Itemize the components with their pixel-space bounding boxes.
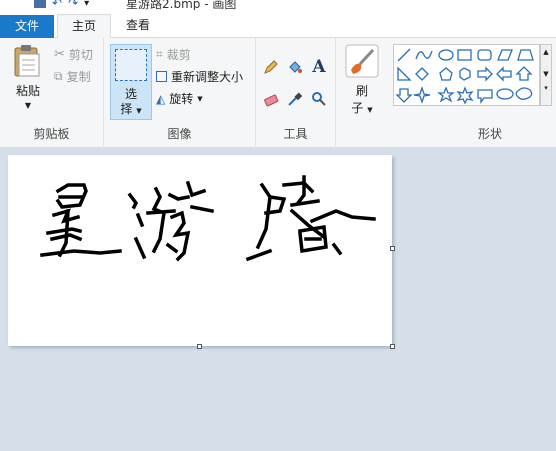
title-bar: ↶ ↷ ▾ 星游路2.bmp - 画图 (0, 0, 556, 10)
copy-icon: ⧉ (54, 69, 63, 83)
brushes-label-1: 刷 (355, 84, 368, 98)
eraser-icon[interactable] (262, 90, 280, 108)
group-label-shapes: 形状 (478, 127, 503, 141)
scroll-down-icon[interactable]: ▼ (541, 67, 551, 81)
paste-label: 粘贴 (15, 84, 40, 98)
select-label-2: 择 (120, 102, 133, 116)
ribbon: 粘贴 ▼ ✂ 剪切 ⧉ 复制 剪贴板 选 择 ▼ ⌗ 裁剪 重新调整大小 ◭ 旋… (0, 38, 556, 148)
crop-button[interactable]: ⌗ 裁剪 (156, 46, 191, 63)
resize-handle-corner[interactable] (390, 344, 395, 349)
rotate-label: 旋转 (169, 92, 194, 106)
group-clipboard: 粘贴 ▼ ✂ 剪切 ⧉ 复制 剪贴板 (0, 38, 104, 148)
chevron-down-icon: ▼ (136, 107, 142, 115)
shapes-scrollbar[interactable]: ▲ ▼ ▾ (540, 44, 552, 106)
cut-label: 剪切 (68, 48, 93, 62)
scissors-icon: ✂ (54, 47, 65, 62)
copy-button[interactable]: ⧉ 复制 (54, 68, 91, 85)
group-image: 选 择 ▼ ⌗ 裁剪 重新调整大小 ◭ 旋转 ▼ 图像 (104, 38, 256, 148)
rotate-button[interactable]: ◭ 旋转 ▼ (156, 90, 203, 107)
customize-dropdown-icon[interactable]: ▾ (84, 0, 89, 9)
undo-icon[interactable]: ↶ (52, 0, 62, 10)
group-label-image: 图像 (167, 127, 192, 141)
resize-icon (156, 71, 167, 82)
crop-label: 裁剪 (166, 48, 191, 62)
save-icon[interactable] (34, 0, 46, 8)
fill-bucket-icon[interactable] (286, 58, 304, 76)
paste-button[interactable]: 粘贴 ▼ (8, 44, 48, 110)
window-title: 星游路2.bmp - 画图 (126, 0, 237, 10)
chevron-down-icon: ▼ (24, 101, 32, 110)
scroll-up-icon[interactable]: ▲ (541, 45, 551, 59)
drawing-canvas[interactable] (8, 155, 392, 346)
color-picker-icon[interactable] (286, 90, 304, 108)
expand-gallery-icon[interactable]: ▾ (541, 81, 551, 95)
shapes-gallery-icons (395, 48, 534, 105)
select-label-1: 选 (124, 87, 137, 101)
tab-view[interactable]: 查看 (112, 14, 164, 38)
tab-file[interactable]: 文件 (0, 15, 55, 38)
resize-button[interactable]: 重新调整大小 (156, 68, 243, 85)
brush-icon (345, 44, 379, 78)
brushes-label-2: 子 (351, 101, 364, 115)
group-label-tools: 工具 (283, 127, 308, 141)
group-brushes: 刷 子 ▼ (336, 38, 388, 148)
magnifier-icon[interactable] (310, 90, 328, 108)
tab-home[interactable]: 主页 (57, 14, 112, 39)
select-button[interactable]: 选 择 ▼ (110, 44, 152, 120)
pencil-icon[interactable] (262, 58, 280, 76)
quick-access-toolbar: ↶ ↷ ▾ (34, 0, 89, 10)
canvas-workspace (0, 149, 556, 451)
brushes-button[interactable]: 刷 子 ▼ (342, 44, 382, 116)
group-tools: A 工具 (256, 38, 336, 148)
chevron-down-icon: ▼ (197, 94, 203, 103)
resize-handle-bottom[interactable] (197, 344, 202, 349)
resize-handle-right[interactable] (390, 246, 395, 251)
handwriting-bitmap (40, 175, 376, 262)
ribbon-tabs: 文件 主页 查看 (0, 10, 556, 39)
text-icon[interactable]: A (310, 57, 328, 77)
copy-label: 复制 (66, 70, 91, 84)
redo-icon[interactable]: ↷ (68, 0, 78, 10)
shapes-gallery (393, 44, 540, 106)
paste-icon (14, 45, 40, 77)
crop-icon: ⌗ (156, 47, 163, 61)
select-rect-icon (115, 49, 147, 81)
group-label-clipboard: 剪贴板 (33, 127, 70, 141)
chevron-down-icon: ▼ (367, 106, 373, 114)
resize-label: 重新调整大小 (171, 70, 244, 84)
cut-button[interactable]: ✂ 剪切 (54, 46, 93, 63)
rotate-icon: ◭ (156, 91, 166, 106)
